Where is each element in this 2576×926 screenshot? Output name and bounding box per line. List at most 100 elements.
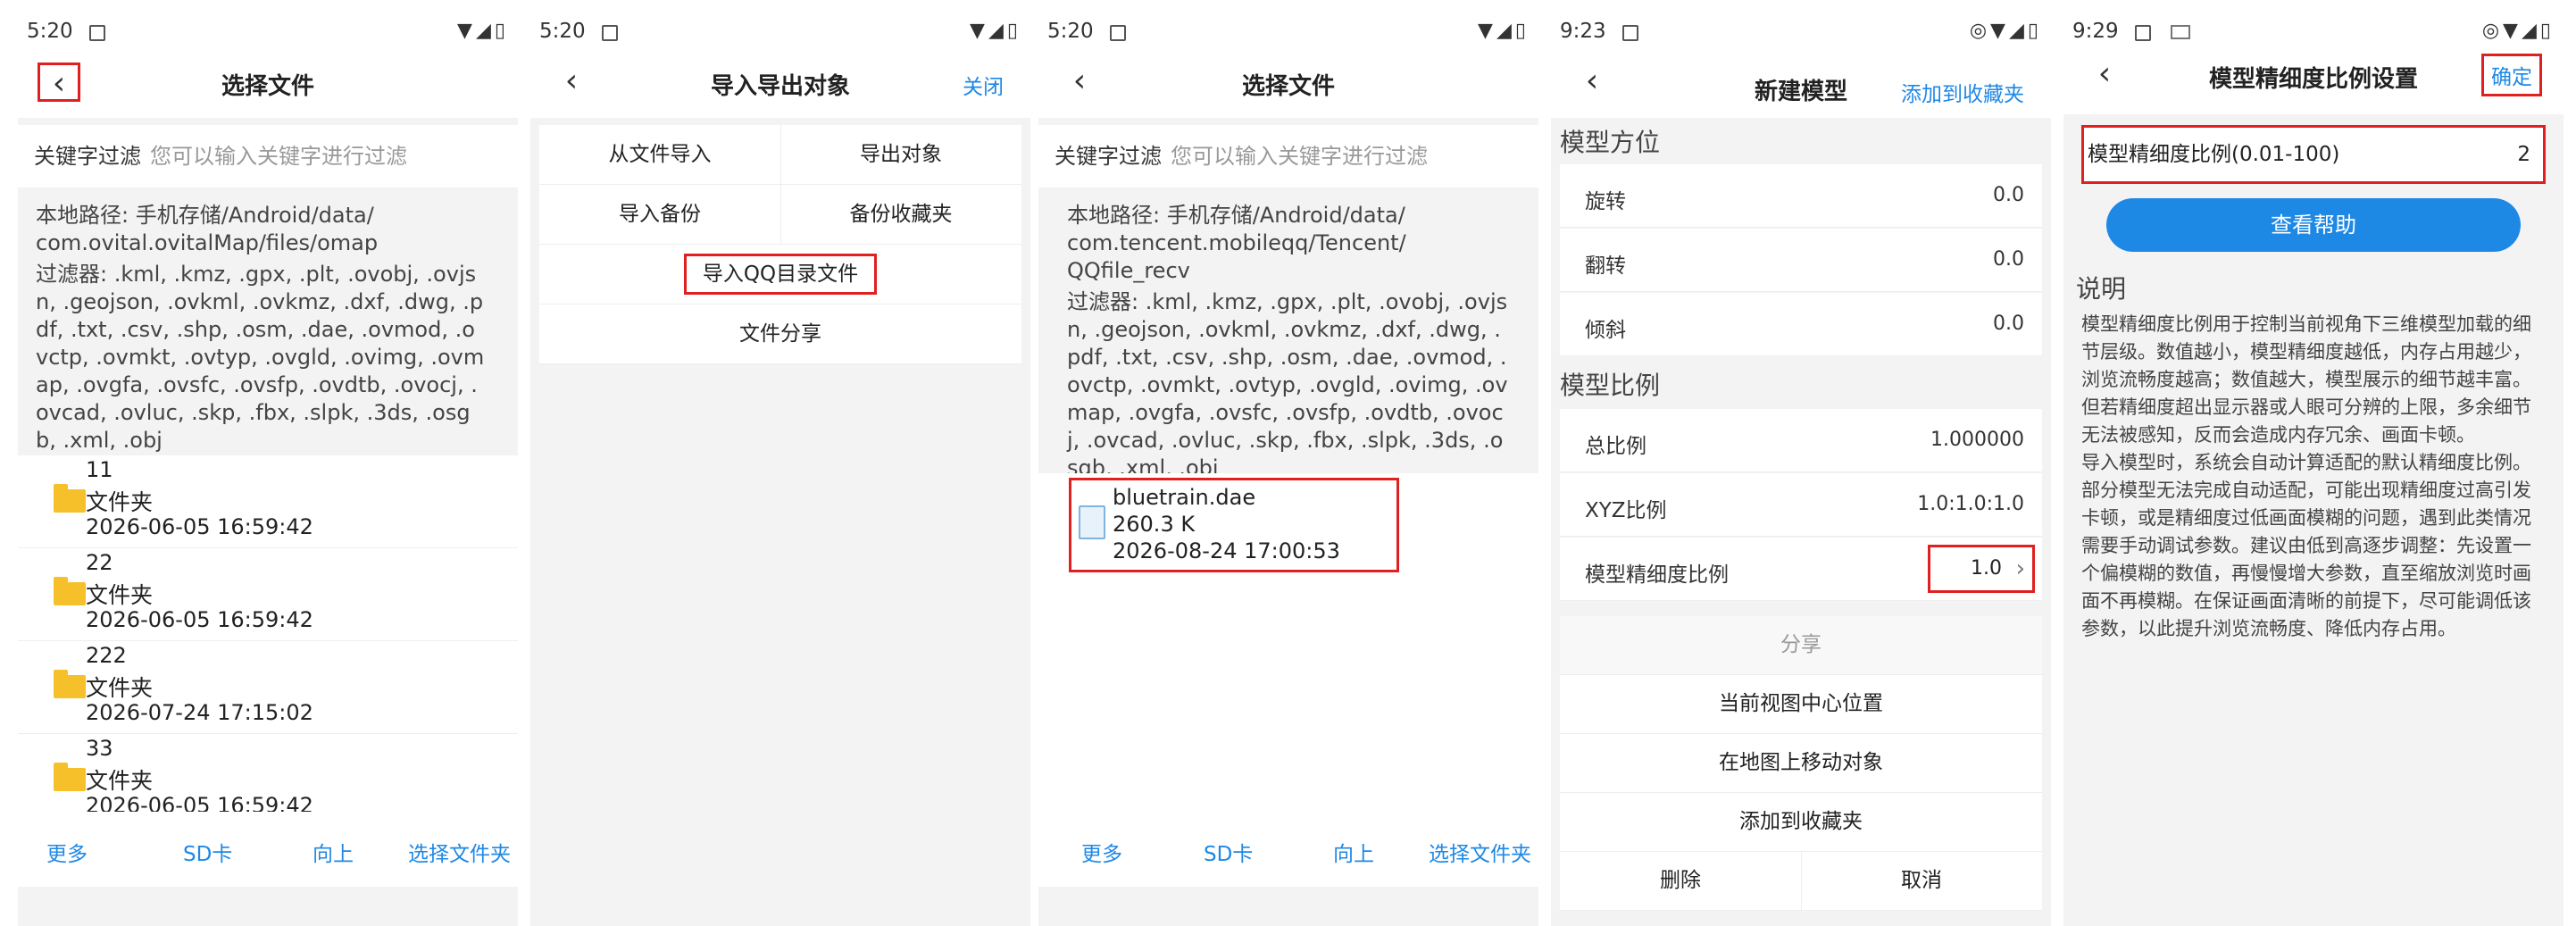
panel-new-model: 9:23 ◎▼◢▯ ‹ 新建模型 添加到收藏夹 模型方位 旋转 0.0 翻转 0…: [1551, 0, 2051, 926]
input-value[interactable]: 2: [2517, 128, 2530, 181]
sd-card-button[interactable]: SD卡: [183, 837, 232, 867]
status-bar: 9:29 ◎▼◢▯: [2072, 20, 2555, 50]
sd-card-button[interactable]: SD卡: [1204, 837, 1253, 867]
detail-scale-input[interactable]: 模型精细度比例(0.01-100) 2: [2081, 125, 2546, 184]
bottom-toolbar: 更多 SD卡 向上 选择文件夹: [18, 812, 518, 887]
status-time: 9:29: [2072, 20, 2119, 43]
add-favorites-button[interactable]: 添加到收藏夹: [1560, 793, 2042, 852]
panel-select-file-1: 5:20 ▼◢▯ ‹ 选择文件 关键字过滤 您可以输入关键字进行过滤 本地路径: …: [18, 0, 518, 926]
status-time: 9:23: [1560, 20, 1606, 43]
status-bar: 5:20 ▼◢▯: [27, 20, 509, 50]
file-share-button[interactable]: 文件分享: [539, 304, 1021, 363]
status-bar: 9:23 ◎▼◢▯: [1560, 20, 2042, 50]
keyword-filter[interactable]: 关键字过滤 您可以输入关键字进行过滤: [18, 125, 518, 188]
row-label: 总比例: [1585, 435, 1646, 458]
row-label: 模型精细度比例: [1585, 563, 1729, 587]
import-backup-button[interactable]: 导入备份: [539, 185, 781, 244]
folder-icon: [54, 670, 86, 698]
add-to-favorites-button[interactable]: 添加到收藏夹: [1901, 77, 2024, 107]
location-signal-battery-icons: ◎▼◢▯: [2481, 20, 2555, 42]
item-type: 文件夹: [86, 489, 154, 515]
menu-row: 导入QQ目录文件: [539, 245, 1021, 304]
sheet-bottom-row: 删除 取消: [1560, 852, 2042, 911]
section-scale: 模型比例: [1560, 371, 1661, 400]
panel-detail-scale-settings: 9:29 ◎▼◢▯ ‹ 模型精细度比例设置 确定 模型精细度比例(0.01-10…: [2063, 0, 2563, 926]
more-button[interactable]: 更多: [46, 837, 88, 867]
more-button[interactable]: 更多: [1081, 837, 1122, 867]
folder-icon: [54, 763, 86, 791]
import-qq-folder-button[interactable]: 导入QQ目录文件: [683, 254, 878, 295]
top-bar: 5:20 ▼◢▯ ‹ 导入导出对象 关闭: [530, 0, 1030, 118]
rotate-row[interactable]: 旋转 0.0: [1560, 164, 2042, 228]
row-value: 0.0: [1993, 313, 2024, 335]
row-value: 0.0: [1993, 184, 2024, 206]
tilt-row[interactable]: 倾斜 0.0: [1560, 293, 2042, 356]
delete-button[interactable]: 删除: [1560, 852, 1802, 910]
row-label: XYZ比例: [1585, 499, 1667, 522]
row-label: 翻转: [1585, 254, 1626, 278]
folder-icon: [54, 484, 86, 513]
row-label: 倾斜: [1585, 319, 1626, 342]
row-value: 1.000000: [1930, 429, 2024, 451]
filter-label: 关键字过滤: [34, 144, 141, 169]
menu-row: 从文件导入 导出对象: [539, 125, 1021, 185]
up-button[interactable]: 向上: [1333, 837, 1374, 867]
filter-extensions: 过滤器: .kml, .kmz, .gpx, .plt, .ovobj, .ov…: [36, 262, 485, 453]
up-button[interactable]: 向上: [313, 837, 354, 867]
location-signal-battery-icons: ◎▼◢▯: [1969, 20, 2042, 42]
status-time: 5:20: [1047, 20, 1094, 43]
nav-bar: ‹ 选择文件: [1038, 59, 1538, 109]
list-item[interactable]: 22 文件夹 2026-06-05 16:59:42: [18, 548, 518, 641]
filter-input[interactable]: 您可以输入关键字进行过滤: [1171, 144, 1428, 169]
item-type: 文件夹: [86, 582, 154, 608]
confirm-button[interactable]: 确定: [2481, 54, 2542, 96]
status-time: 5:20: [27, 20, 73, 43]
row-value: 1.0:1.0:1.0: [1917, 493, 2024, 515]
select-folder-button[interactable]: 选择文件夹: [1429, 837, 1531, 867]
list-item[interactable]: 11 文件夹 2026-06-05 16:59:42: [18, 455, 518, 548]
file-list: 11 文件夹 2026-06-05 16:59:42 22 文件夹 2026-0…: [18, 455, 518, 827]
view-help-button[interactable]: 查看帮助: [2106, 198, 2521, 252]
item-name: 22: [86, 550, 113, 575]
notification-icon: [602, 25, 618, 41]
select-folder-button[interactable]: 选择文件夹: [408, 837, 511, 867]
row-value: 0.0: [1993, 248, 2024, 271]
page-title: 选择文件: [1241, 73, 1335, 100]
nav-bar: ‹ 选择文件: [18, 59, 518, 109]
flip-row[interactable]: 翻转 0.0: [1560, 229, 2042, 292]
action-sheet: 分享 当前视图中心位置 在地图上移动对象 添加到收藏夹 删除 取消: [1560, 616, 2042, 911]
share-label: 分享: [1560, 616, 2042, 675]
keyword-filter[interactable]: 关键字过滤 您可以输入关键字进行过滤: [1038, 125, 1538, 188]
detail-scale-value[interactable]: 1.0 ›: [1928, 545, 2035, 593]
status-bar: 5:20 ▼◢▯: [539, 20, 1021, 50]
item-type: 文件夹: [86, 768, 154, 794]
file-date: 2026-08-24 17:00:53: [1113, 538, 1340, 563]
filter-input[interactable]: 您可以输入关键字进行过滤: [150, 144, 407, 169]
menu-row: 文件分享: [539, 304, 1021, 364]
move-on-map-button[interactable]: 在地图上移动对象: [1560, 734, 2042, 793]
nav-bar: ‹ 新建模型 添加到收藏夹: [1551, 59, 2051, 109]
signal-battery-icons: ▼◢▯: [1478, 20, 1530, 42]
detail-scale-row[interactable]: 模型精细度比例 1.0 ›: [1560, 538, 2042, 601]
top-bar: 9:29 ◎▼◢▯ ‹ 模型精细度比例设置 确定: [2063, 0, 2563, 114]
total-scale-row[interactable]: 总比例 1.000000: [1560, 409, 2042, 472]
xyz-scale-row[interactable]: XYZ比例 1.0:1.0:1.0: [1560, 473, 2042, 537]
file-item[interactable]: bluetrain.dae 260.3 K 2026-08-24 17:00:5…: [1069, 478, 1399, 572]
status-time: 5:20: [539, 20, 586, 43]
notification-icon: [2135, 25, 2151, 41]
import-from-file-button[interactable]: 从文件导入: [539, 125, 781, 184]
keyboard-icon: [2171, 25, 2190, 39]
top-bar: 5:20 ▼◢▯ ‹ 选择文件: [18, 0, 518, 118]
item-type: 文件夹: [86, 675, 154, 701]
list-item[interactable]: 222 文件夹 2026-07-24 17:15:02: [18, 641, 518, 734]
bottom-toolbar: 更多 SD卡 向上 选择文件夹: [1038, 812, 1538, 887]
backup-favorites-button[interactable]: 备份收藏夹: [780, 185, 1021, 244]
cancel-button[interactable]: 取消: [1801, 852, 2042, 910]
export-object-button[interactable]: 导出对象: [780, 125, 1021, 184]
section-orientation: 模型方位: [1560, 128, 1661, 157]
row-value: 1.0: [1971, 557, 2002, 580]
view-center-button[interactable]: 当前视图中心位置: [1560, 675, 2042, 734]
close-button[interactable]: 关闭: [963, 70, 1004, 100]
status-bar: 5:20 ▼◢▯: [1047, 20, 1530, 50]
signal-battery-icons: ▼◢▯: [457, 20, 509, 42]
